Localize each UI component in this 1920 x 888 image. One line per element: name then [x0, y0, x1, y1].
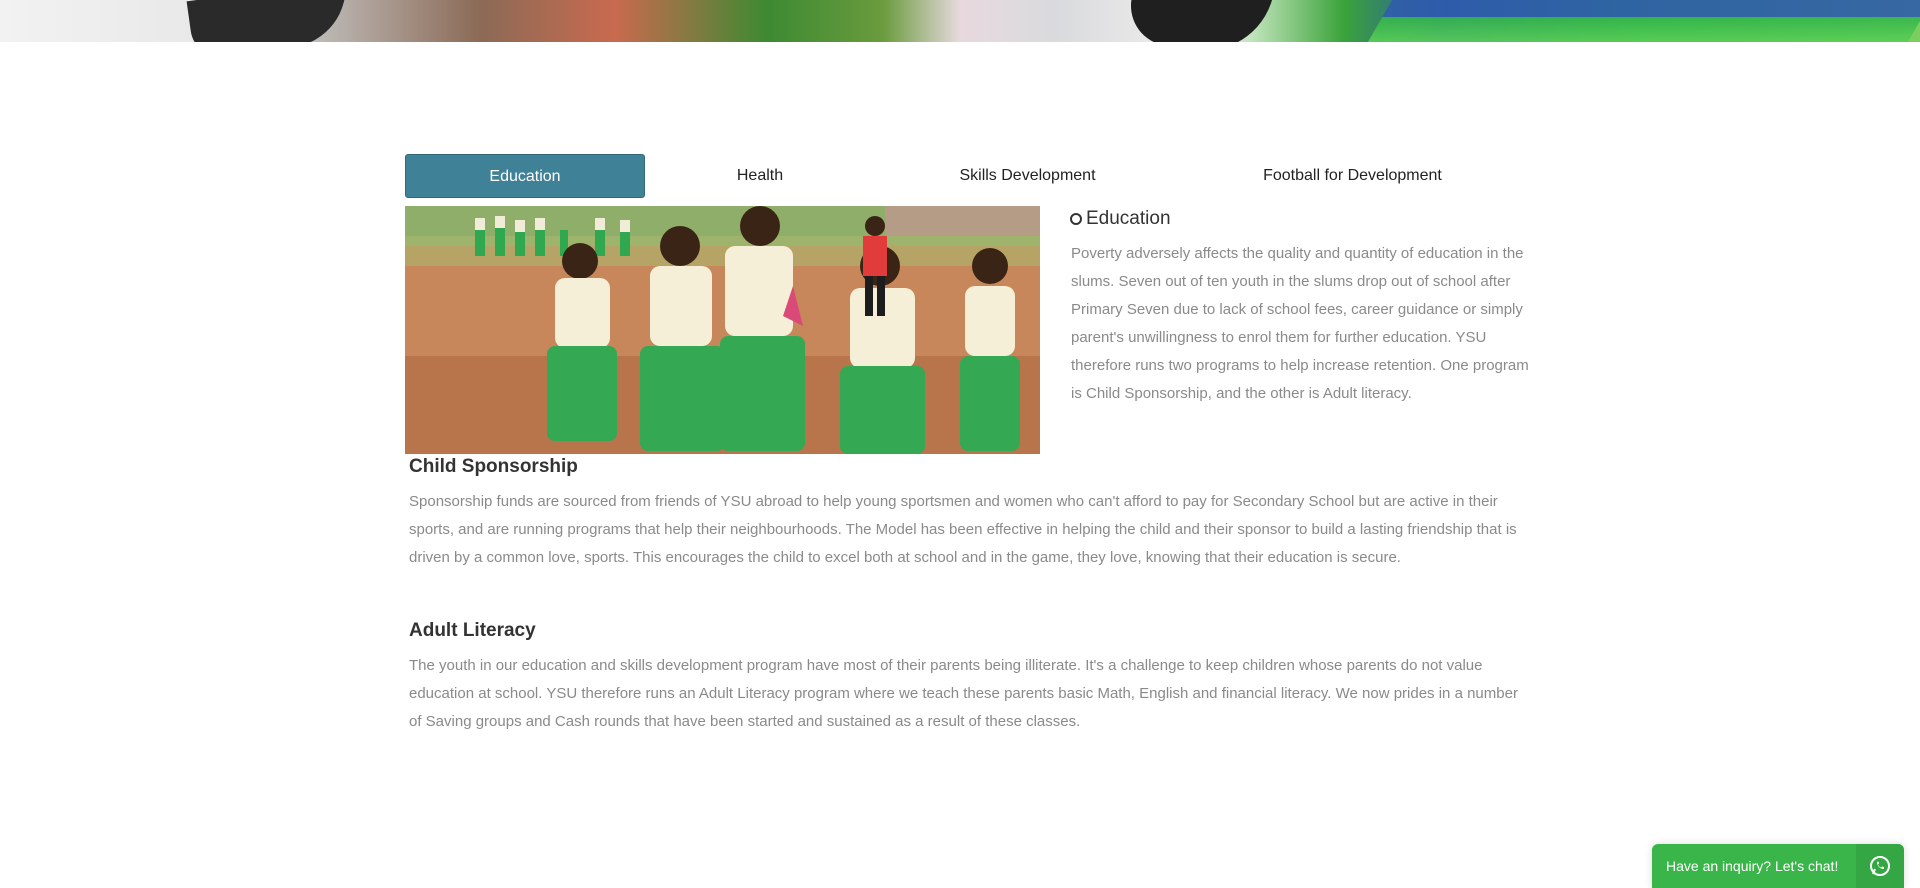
tab-skills-development[interactable]: Skills Development: [875, 154, 1180, 198]
tab-health[interactable]: Health: [645, 154, 875, 198]
tab-education[interactable]: Education: [405, 154, 645, 198]
education-heading-label: Education: [1086, 208, 1171, 229]
adult-literacy-title: Adult Literacy: [409, 620, 536, 641]
chat-widget-label: Have an inquiry? Let's chat!: [1666, 858, 1839, 874]
education-photo: [405, 206, 1040, 454]
chat-widget-button[interactable]: Have an inquiry? Let's chat!: [1652, 844, 1904, 888]
child-sponsorship-description: Sponsorship funds are sourced from frien…: [409, 493, 1517, 566]
tab-football-for-development[interactable]: Football for Development: [1180, 154, 1525, 198]
education-description: Poverty adversely affects the quality an…: [1071, 245, 1529, 402]
adult-literacy-description: The youth in our education and skills de…: [409, 657, 1518, 730]
child-sponsorship-title: Child Sponsorship: [409, 456, 578, 477]
education-heading: Education: [1070, 208, 1171, 230]
circle-bullet-icon: [1070, 213, 1082, 225]
program-tabs: Education Health Skills Development Foot…: [405, 154, 1525, 198]
hero-banner-image: [0, 0, 1920, 42]
whatsapp-icon[interactable]: [1856, 844, 1904, 888]
